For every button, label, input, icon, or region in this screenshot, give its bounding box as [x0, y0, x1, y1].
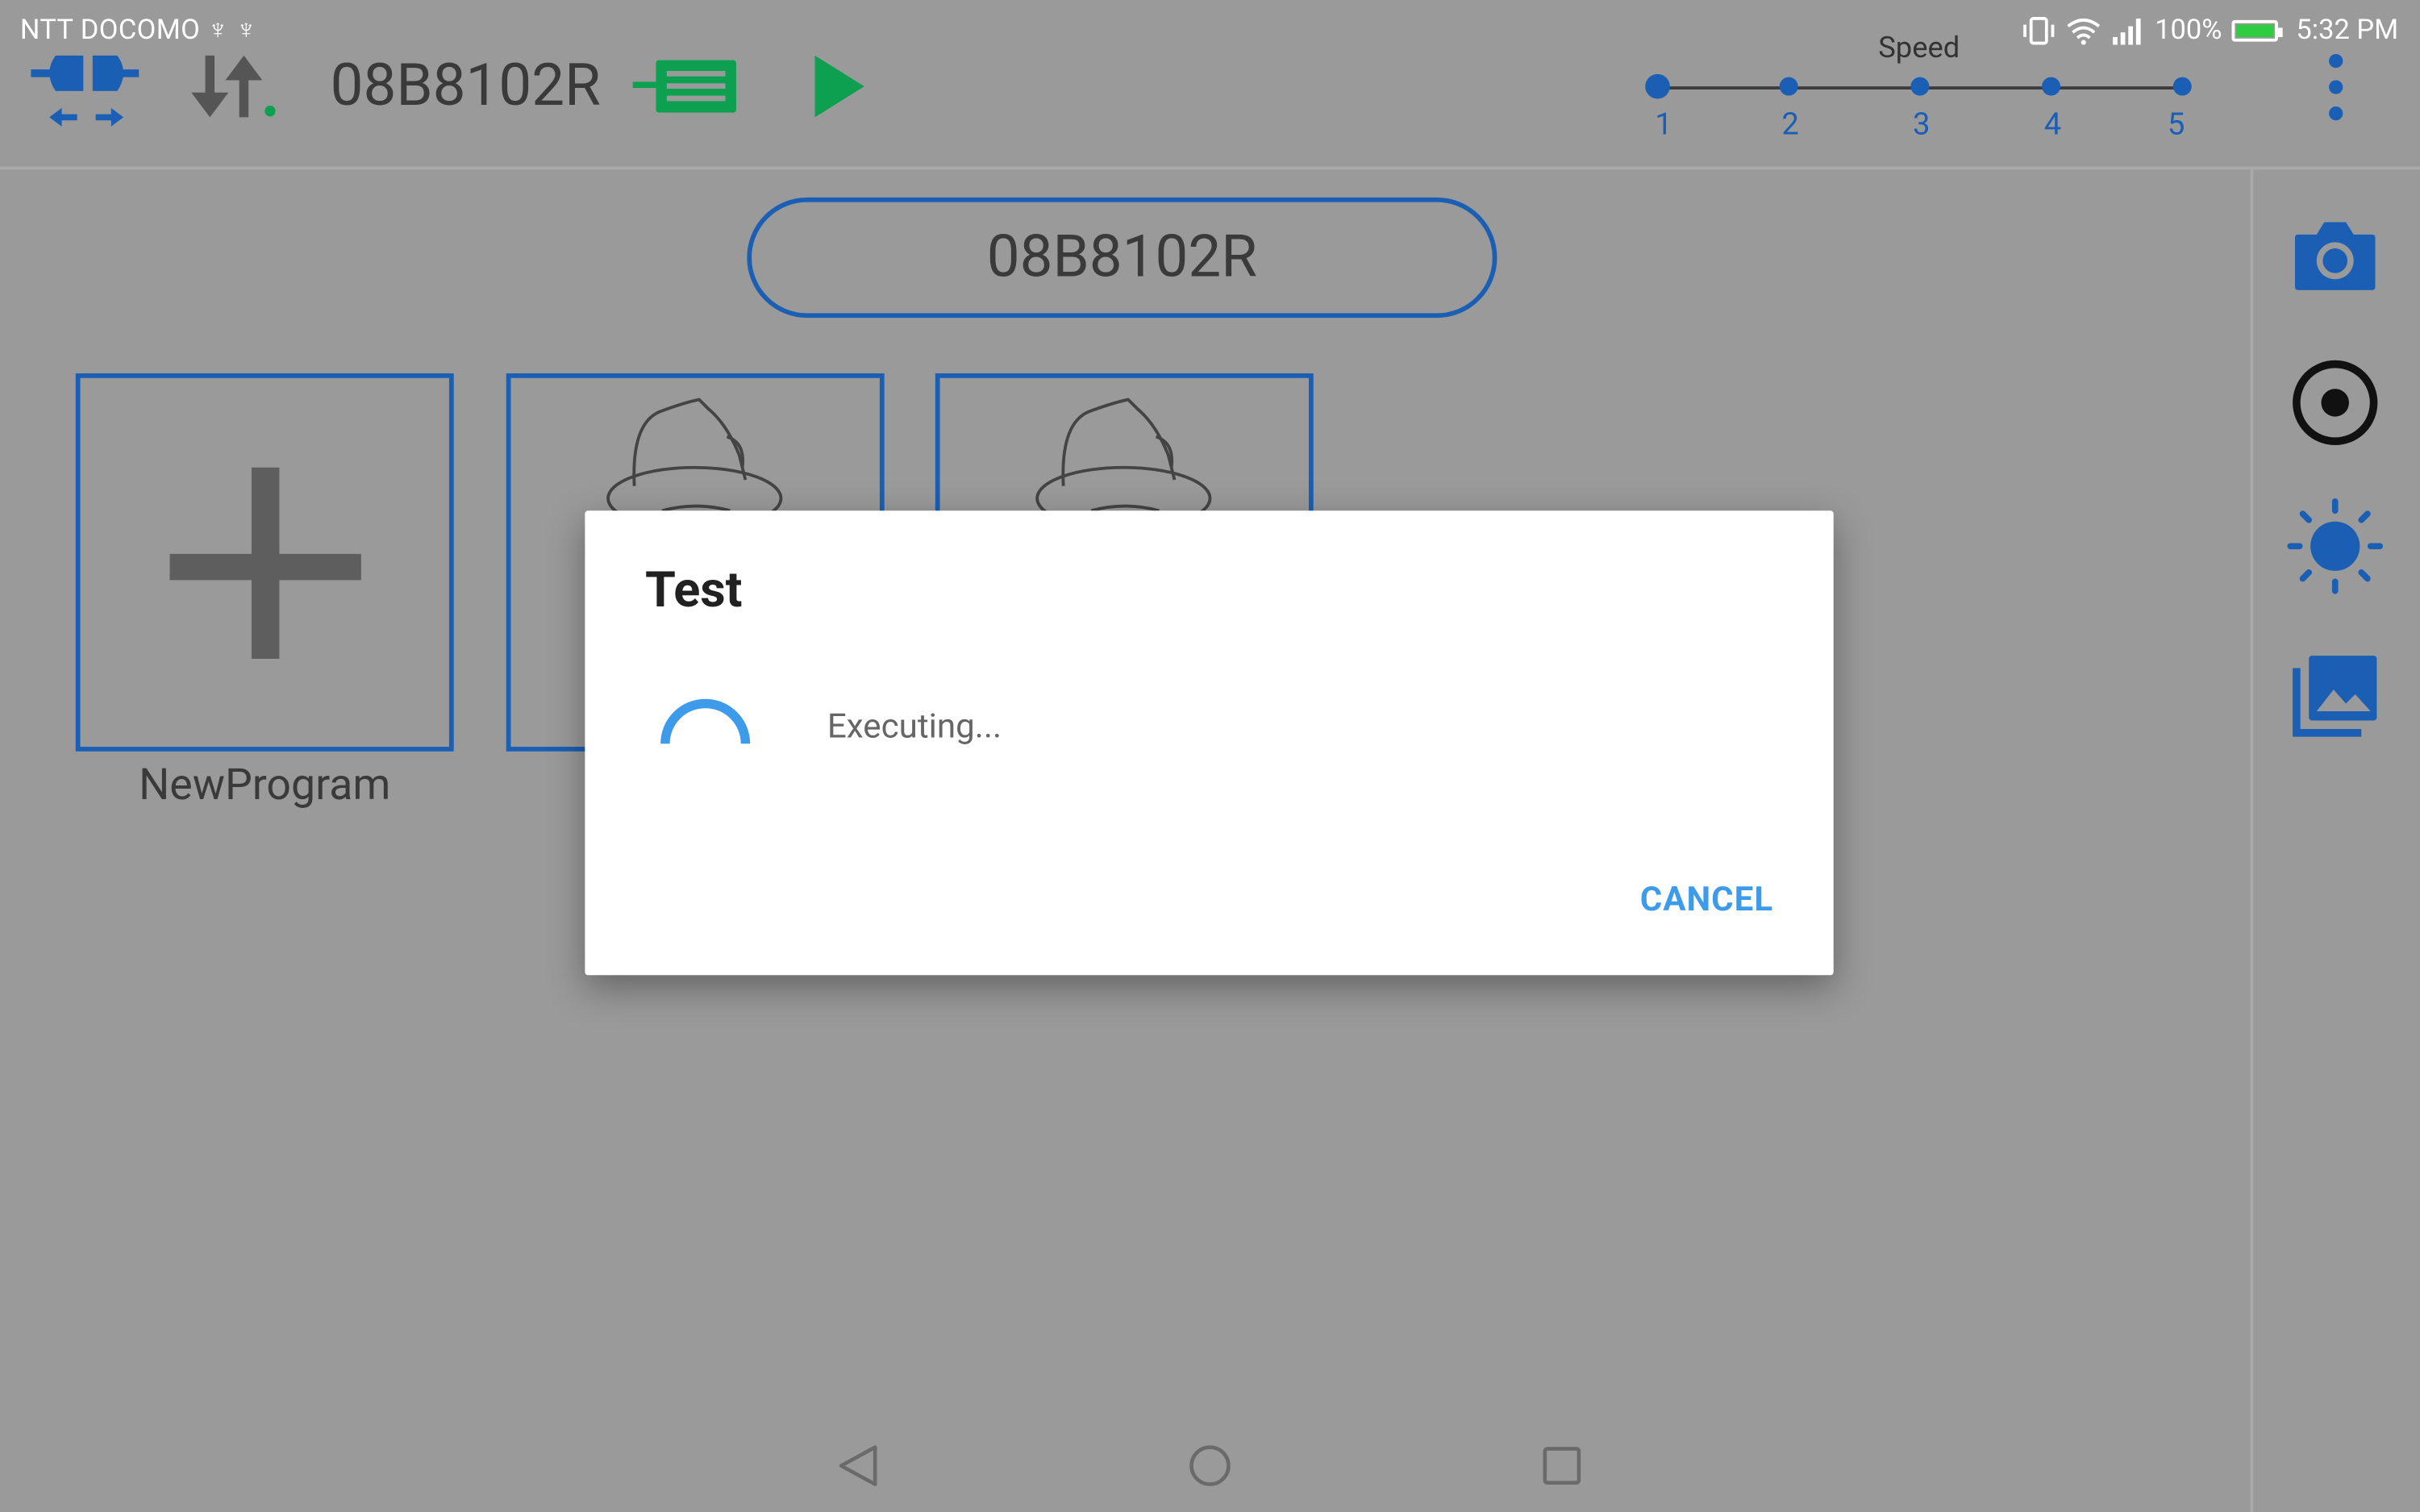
back-icon[interactable] [834, 1441, 883, 1490]
speed-step-2[interactable] [1779, 77, 1798, 96]
progress-dialog: Test Executing... CANCEL [585, 510, 1834, 976]
system-nav-bar [0, 1419, 2420, 1512]
speed-level-label: 5 [2167, 105, 2185, 143]
speed-step-1[interactable] [1645, 73, 1670, 99]
dialog-message: Executing... [827, 708, 1002, 748]
play-icon[interactable] [806, 52, 870, 120]
vibrate-icon [2023, 16, 2055, 44]
record-icon[interactable] [2287, 355, 2383, 451]
recents-icon[interactable] [1537, 1441, 1586, 1490]
battery-percent: 100% [2155, 14, 2222, 47]
signal-icon [2113, 18, 2141, 44]
new-program-tile[interactable] [75, 373, 454, 752]
loading-spinner-icon [660, 698, 751, 744]
speed-level-label: 1 [1655, 105, 1672, 143]
battery-icon [2231, 19, 2283, 41]
wifi-icon [2067, 18, 2101, 44]
carrier-label: NTT DOCOMO ♆ ♆ [19, 14, 257, 47]
camera-icon[interactable] [2287, 206, 2383, 302]
sidebar-divider [2250, 169, 2254, 1512]
home-icon[interactable] [1185, 1441, 1235, 1490]
status-bar: NTT DOCOMO ♆ ♆ 100% 5:32 PM [0, 0, 2420, 62]
dialog-title: Test [645, 560, 743, 619]
speed-level-label: 2 [1781, 105, 1799, 143]
speed-step-4[interactable] [2042, 77, 2061, 96]
program-name-field[interactable]: 08B8102R [747, 197, 1497, 319]
tile-label: NewProgram [139, 759, 391, 810]
gallery-icon[interactable] [2287, 647, 2383, 743]
plus-icon [169, 467, 361, 659]
program-list-icon[interactable] [630, 56, 741, 118]
speed-step-3[interactable] [1910, 77, 1930, 96]
device-id: 08B8102R [330, 52, 601, 121]
cancel-button[interactable]: CANCEL [1640, 881, 1773, 919]
transfer-icon[interactable] [188, 52, 281, 120]
speed-level-label: 3 [1913, 105, 1931, 143]
speed-step-5[interactable] [2172, 77, 2192, 96]
speed-level-label: 4 [2043, 105, 2062, 143]
brightness-icon[interactable] [2287, 498, 2384, 594]
clock: 5:32 PM [2296, 14, 2399, 47]
